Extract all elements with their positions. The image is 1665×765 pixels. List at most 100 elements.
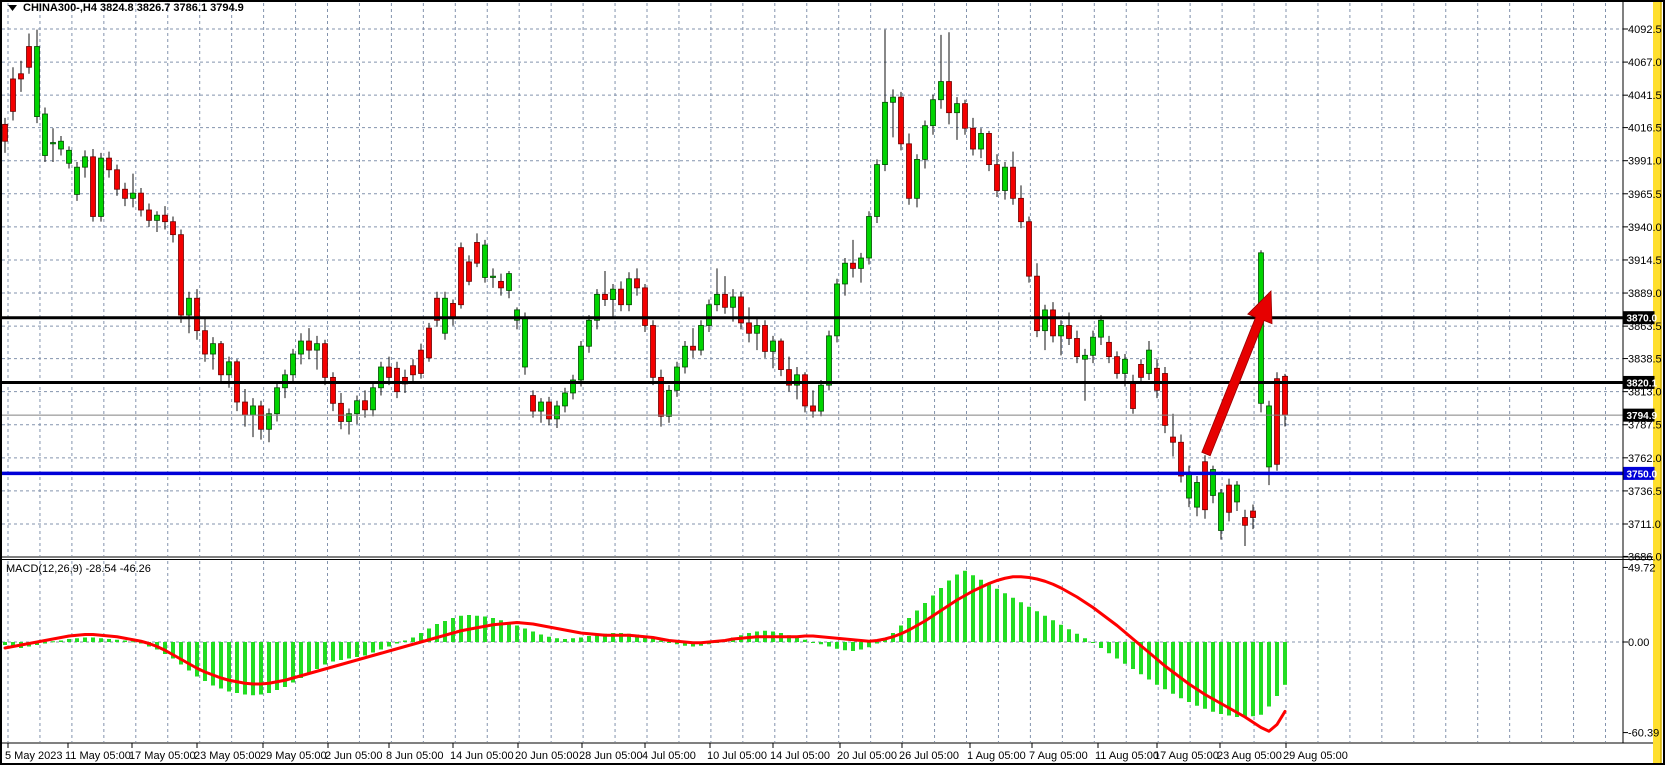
time-tick-label: 14 Jun 05:00 xyxy=(450,750,514,762)
time-tick-label: 14 Jul 05:00 xyxy=(770,750,830,762)
macd-histogram-bar xyxy=(955,575,959,643)
bear-candle xyxy=(243,402,248,415)
macd-histogram-bar xyxy=(395,642,399,644)
macd-histogram-bar xyxy=(1003,593,1007,642)
bear-candle xyxy=(723,294,728,307)
bear-candle xyxy=(851,263,856,268)
macd-histogram-bar xyxy=(827,642,831,647)
bull-candle xyxy=(75,167,80,194)
macd-histogram-bar xyxy=(539,635,543,643)
bear-candle xyxy=(451,303,456,317)
bull-candle xyxy=(843,263,848,284)
bear-candle xyxy=(619,289,624,305)
price-tick-label: 4092.5 xyxy=(1628,24,1662,36)
bear-candle xyxy=(1051,310,1056,336)
bull-candle xyxy=(291,354,296,375)
price-tick-label: 3711.0 xyxy=(1628,519,1661,531)
macd-histogram-bar xyxy=(1075,634,1079,642)
macd-histogram-bar xyxy=(451,618,455,642)
bear-candle xyxy=(395,368,400,391)
macd-histogram-bar xyxy=(555,638,559,642)
bear-candle xyxy=(499,281,504,287)
bull-candle xyxy=(251,406,256,415)
bear-candle xyxy=(459,248,464,305)
macd-histogram-bar xyxy=(1099,642,1103,648)
macd-histogram-bar xyxy=(243,642,247,695)
bull-candle xyxy=(627,279,632,305)
bear-candle xyxy=(1075,338,1080,356)
bull-candle xyxy=(539,402,544,411)
mt4-chart-window: 4092.54067.04041.54016.53991.03965.53940… xyxy=(0,0,1665,765)
time-tick-label: 10 Jul 05:00 xyxy=(707,750,767,762)
time-tick-label: 20 Jun 05:00 xyxy=(515,750,579,762)
macd-histogram-bar xyxy=(459,616,463,642)
time-tick-label: 26 Jul 05:00 xyxy=(899,750,959,762)
macd-histogram-bar xyxy=(1227,642,1231,716)
macd-histogram-bar xyxy=(667,642,671,643)
bull-candle xyxy=(891,97,896,102)
macd-histogram-bar xyxy=(307,642,311,674)
bull-candle xyxy=(483,245,488,277)
macd-histogram-bar xyxy=(547,637,551,642)
macd-histogram-bar xyxy=(355,642,359,657)
macd-histogram-bar xyxy=(203,642,207,681)
bear-candle xyxy=(1155,368,1160,390)
bear-candle xyxy=(651,325,656,377)
macd-histogram-bar xyxy=(819,642,823,644)
time-tick-label: 1 Aug 05:00 xyxy=(967,750,1026,762)
macd-histogram-bar xyxy=(1243,642,1247,717)
price-tick-label: 3736.5 xyxy=(1628,486,1662,498)
bull-candle xyxy=(155,215,160,220)
macd-histogram-bar xyxy=(1123,642,1127,664)
macd-histogram-bar xyxy=(875,642,879,644)
bull-candle xyxy=(835,284,840,336)
bull-candle xyxy=(819,385,824,411)
bear-candle xyxy=(219,344,224,375)
macd-histogram-bar xyxy=(1235,642,1239,717)
bear-candle xyxy=(1067,325,1072,338)
bull-candle xyxy=(1043,310,1048,331)
bear-candle xyxy=(531,396,536,412)
bear-candle xyxy=(899,97,904,144)
bull-candle xyxy=(67,150,72,163)
bear-candle xyxy=(691,346,696,350)
price-tick-label: 3991.0 xyxy=(1628,156,1662,168)
macd-histogram-bar xyxy=(1131,642,1135,669)
bull-candle xyxy=(443,298,448,333)
bear-candle xyxy=(259,406,264,429)
bear-candle xyxy=(1027,222,1032,276)
bull-candle xyxy=(883,102,888,164)
price-tick-label: 3889.0 xyxy=(1628,288,1662,300)
macd-histogram-bar xyxy=(219,642,223,689)
bear-candle xyxy=(971,128,976,149)
macd-histogram-bar xyxy=(59,641,63,643)
macd-histogram-bar xyxy=(931,596,935,643)
macd-histogram-bar xyxy=(867,642,871,647)
bear-candle xyxy=(1243,518,1248,526)
bear-candle xyxy=(1035,276,1040,330)
bull-candle xyxy=(211,344,216,354)
bear-candle xyxy=(147,210,152,220)
bear-candle xyxy=(811,406,816,411)
bull-candle xyxy=(867,216,872,258)
price-tag-label: 3794.9 xyxy=(1627,411,1658,422)
candlestick-chart-canvas[interactable]: 4092.54067.04041.54016.53991.03965.53940… xyxy=(0,0,1665,765)
macd-histogram-bar xyxy=(1275,642,1279,696)
bull-candle xyxy=(563,393,568,406)
macd-histogram-bar xyxy=(947,581,951,643)
bear-candle xyxy=(115,170,120,189)
bull-candle xyxy=(371,388,376,410)
bear-candle xyxy=(163,215,168,221)
bull-candle xyxy=(923,126,928,160)
macd-histogram-bar xyxy=(491,618,495,642)
macd-histogram-bar xyxy=(387,642,391,647)
bull-candle xyxy=(1187,473,1192,498)
bear-candle xyxy=(779,341,784,370)
macd-histogram-bar xyxy=(379,642,383,650)
bear-candle xyxy=(1131,383,1136,409)
bull-candle xyxy=(915,159,920,198)
price-tick-label: 3940.0 xyxy=(1628,222,1662,234)
bull-candle xyxy=(43,114,48,156)
bear-candle xyxy=(803,375,808,406)
macd-histogram-bar xyxy=(1083,638,1087,642)
